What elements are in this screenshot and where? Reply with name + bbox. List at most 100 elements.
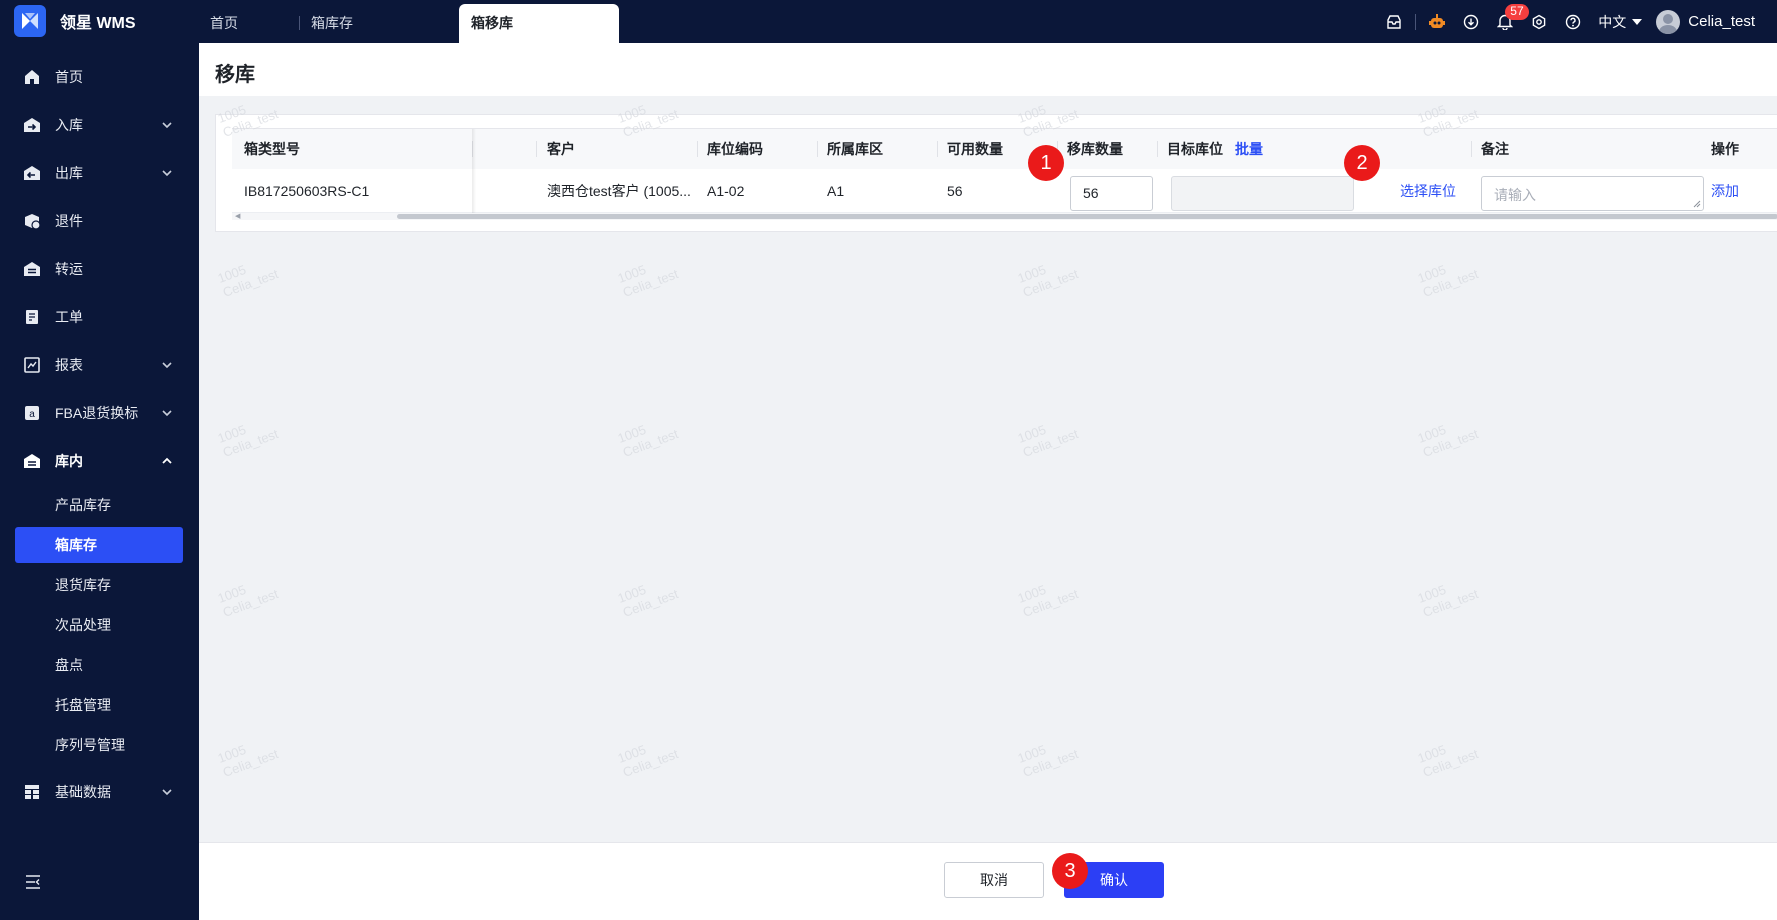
watermark: 1005 Celia_test <box>1416 412 1481 460</box>
sidebar-subitem-box-inventory[interactable]: 箱库存 <box>15 527 183 563</box>
watermark-id: 1005 <box>215 261 248 286</box>
cell-location-code: A1-02 <box>707 183 745 199</box>
sidebar-item-work-order[interactable]: 工单 <box>0 297 199 337</box>
svg-text:a: a <box>29 409 35 420</box>
step-marker-1: 1 <box>1028 145 1064 181</box>
sidebar-subitem-stocktake[interactable]: 盘点 <box>15 647 183 683</box>
tab-box-inventory[interactable]: 箱库存 <box>299 4 365 43</box>
sidebar-item-outbound[interactable]: 出库 <box>0 153 199 193</box>
watermark-user: Celia_test <box>220 586 281 620</box>
sidebar-subitem-return-inventory[interactable]: 退货库存 <box>15 567 183 603</box>
sidebar-subitem-product-inventory[interactable]: 产品库存 <box>15 487 183 523</box>
watermark: 1005 Celia_test <box>616 252 681 300</box>
sidebar-item-label: 退件 <box>55 213 83 229</box>
col-box-type: 箱类型号 <box>244 141 300 157</box>
tab-box-transfer[interactable]: 箱移库 <box>459 4 619 43</box>
watermark-id: 1005 <box>1415 421 1448 446</box>
settings-icon[interactable] <box>1522 0 1556 43</box>
top-bar: 领星 WMS 首页 箱库存 箱移库 57 中文 Celia_test <box>0 0 1777 43</box>
sidebar-item-label: 转运 <box>55 261 83 277</box>
work-order-icon <box>26 310 38 324</box>
sidebar-item-fba-relabel[interactable]: a FBA退货换标 <box>0 393 199 433</box>
watermark-user: Celia_test <box>1420 586 1481 620</box>
watermark: 1005 Celia_test <box>616 572 681 620</box>
sidebar-subitem-defective-handling[interactable]: 次品处理 <box>15 607 183 643</box>
user-menu[interactable]: Celia_test <box>1656 9 1777 34</box>
chevron-down-icon <box>162 122 172 129</box>
watermark: 1005 Celia_test <box>1416 572 1481 620</box>
chevron-down-icon <box>162 410 172 417</box>
col-remark: 备注 <box>1481 141 1509 157</box>
add-link[interactable]: 添加 <box>1711 169 1739 213</box>
watermark-user: Celia_test <box>620 266 681 300</box>
watermark-user: Celia_test <box>1020 746 1081 780</box>
sidebar-item-returns[interactable]: 退件 <box>0 201 199 241</box>
chevron-down-icon <box>162 362 172 369</box>
watermark-user: Celia_test <box>620 746 681 780</box>
watermark-id: 1005 <box>215 741 248 766</box>
col-customer: 客户 <box>547 141 575 157</box>
watermark-id: 1005 <box>615 581 648 606</box>
watermark: 1005 Celia_test <box>1016 732 1081 780</box>
watermark-id: 1005 <box>1015 261 1048 286</box>
help-icon[interactable] <box>1556 0 1590 43</box>
col-available-qty: 可用数量 <box>947 141 1003 157</box>
sidebar-item-label: 基础数据 <box>55 784 111 800</box>
scrollbar-thumb[interactable] <box>397 214 1777 219</box>
watermark-id: 1005 <box>615 421 648 446</box>
sidebar-item-home[interactable]: 首页 <box>0 57 199 97</box>
cell-zone: A1 <box>827 183 845 199</box>
download-icon[interactable] <box>1454 0 1488 43</box>
robot-icon[interactable] <box>1420 0 1454 43</box>
collapse-menu-icon[interactable] <box>24 873 42 891</box>
cell-customer: 澳西仓test客户 (1005... <box>547 183 691 199</box>
page-title: 移库 <box>215 64 255 86</box>
remark-textarea[interactable]: 请输入 <box>1481 176 1704 211</box>
username: Celia_test <box>1688 13 1755 30</box>
sidebar-item-in-warehouse[interactable]: 库内 <box>0 441 199 481</box>
watermark-user: Celia_test <box>1020 426 1081 460</box>
horizontal-scrollbar[interactable]: ◀ <box>232 213 1777 220</box>
watermark-id: 1005 <box>615 261 648 286</box>
resize-handle-icon[interactable] <box>1693 200 1701 208</box>
sidebar-item-master-data[interactable]: 基础数据 <box>0 772 199 812</box>
watermark: 1005 Celia_test <box>1416 252 1481 300</box>
cell-available-qty: 56 <box>947 183 963 199</box>
transfer-card: 箱类型号 客户 库位编码 所属库区 可用数量 移库数量 目标库位 批量 备注 操… <box>215 114 1777 232</box>
move-qty-input[interactable]: 56 <box>1070 176 1153 211</box>
col-location-code: 库位编码 <box>707 141 763 157</box>
chevron-up-icon <box>162 457 172 464</box>
watermark-user: Celia_test <box>1420 746 1481 780</box>
inbox-icon[interactable] <box>1377 0 1411 43</box>
watermark: 1005 Celia_test <box>1016 252 1081 300</box>
chevron-down-icon <box>162 789 172 796</box>
chart-icon <box>24 357 40 373</box>
col-divider <box>1157 141 1158 157</box>
bell-icon[interactable]: 57 <box>1488 0 1529 43</box>
watermark-id: 1005 <box>1415 581 1448 606</box>
watermark: 1005 Celia_test <box>1416 732 1481 780</box>
language-selector[interactable]: 中文 <box>1590 12 1656 32</box>
cancel-button[interactable]: 取消 <box>944 862 1044 898</box>
sidebar-item-label: 出库 <box>55 165 83 181</box>
target-location-input[interactable] <box>1171 176 1354 211</box>
watermark: 1005 Celia_test <box>216 732 281 780</box>
transfer-table: 箱类型号 客户 库位编码 所属库区 可用数量 移库数量 目标库位 批量 备注 操… <box>232 128 1777 220</box>
sidebar-item-inbound[interactable]: 入库 <box>0 105 199 145</box>
sidebar-subitem-pallet-management[interactable]: 托盘管理 <box>15 687 183 723</box>
brand[interactable]: 领星 WMS <box>14 4 136 37</box>
batch-link[interactable]: 批量 <box>1235 141 1263 157</box>
tab-home[interactable]: 首页 <box>198 4 250 43</box>
transfer-icon <box>24 262 40 276</box>
fixed-column-shadow <box>472 129 476 214</box>
sidebar-subitem-serial-management[interactable]: 序列号管理 <box>15 727 183 763</box>
col-divider <box>817 141 818 157</box>
watermark-id: 1005 <box>1415 261 1448 286</box>
sidebar-item-reports[interactable]: 报表 <box>0 345 199 385</box>
language-label: 中文 <box>1598 13 1627 30</box>
sidebar-item-transfer[interactable]: 转运 <box>0 249 199 289</box>
scroll-left-icon[interactable]: ◀ <box>235 213 240 220</box>
sidebar-item-label: 库内 <box>55 453 83 469</box>
select-location-link[interactable]: 选择库位 <box>1400 169 1456 213</box>
grid-icon <box>25 785 39 799</box>
